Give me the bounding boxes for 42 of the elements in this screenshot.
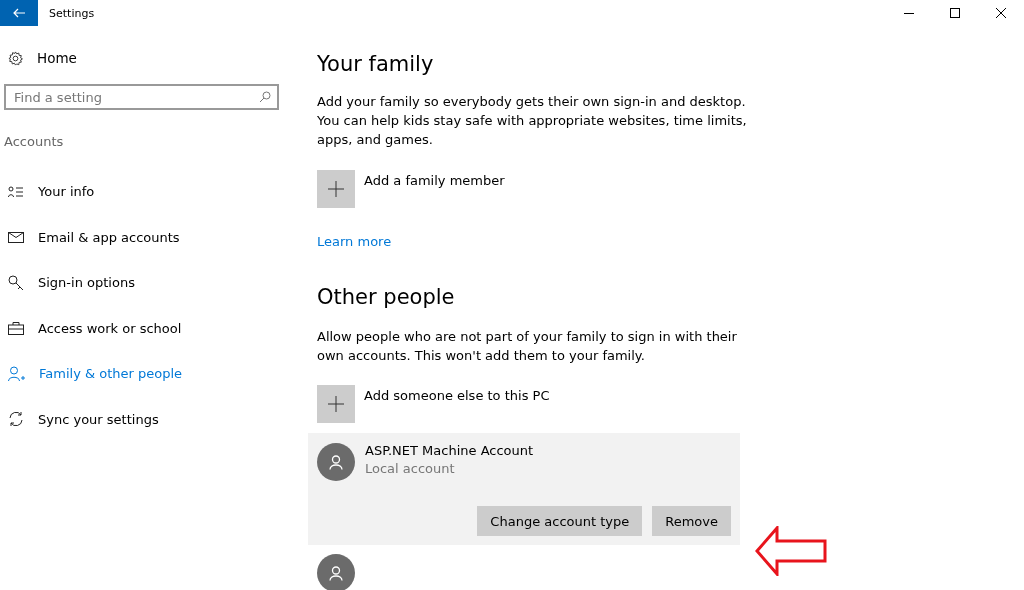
add-family-member-link[interactable]: Add a family member <box>364 173 505 188</box>
search-field[interactable]: Find a setting <box>4 84 279 110</box>
add-tile[interactable] <box>317 170 355 208</box>
nav-item[interactable]: Sync your settings <box>0 396 290 442</box>
home-link[interactable]: Home <box>37 50 77 66</box>
plus-icon <box>328 181 344 197</box>
nav-item[interactable]: Sign-in options <box>0 260 290 306</box>
sync-icon <box>8 411 24 428</box>
maximize-icon <box>950 8 960 18</box>
minimize-icon <box>904 12 914 14</box>
add-tile[interactable] <box>317 385 355 423</box>
contact-card-icon <box>8 185 24 198</box>
back-button[interactable] <box>0 0 38 26</box>
nav-item[interactable]: Access work or school <box>0 305 290 351</box>
nav-item[interactable]: Email & app accounts <box>0 214 290 260</box>
search-icon <box>259 91 271 103</box>
account-name: ASP.NET Machine Account <box>365 443 534 458</box>
close-icon <box>996 8 1006 18</box>
person-icon <box>329 565 343 581</box>
section-heading: Accounts <box>4 134 65 149</box>
section-heading: Your family <box>317 51 435 78</box>
briefcase-icon <box>8 321 24 335</box>
mail-icon <box>8 231 24 243</box>
nav-item[interactable]: Family & other people <box>0 351 290 397</box>
learn-more-link[interactable]: Learn more <box>317 234 747 249</box>
account-button[interactable]: Change account type <box>477 506 643 536</box>
section-heading: Other people <box>317 284 456 311</box>
account-type: Local account <box>365 461 456 476</box>
description-text: Allow people who are not part of your family to sign in with their own accounts. This won't add them to your family. <box>317 328 738 365</box>
person-add-icon <box>8 365 25 382</box>
window-title: Settings <box>49 6 96 20</box>
settings-icon <box>8 50 23 66</box>
account-card[interactable]: ASP.NET Machine Account Local account Change account type Remove <box>308 433 740 545</box>
description-text: Add your family so everybody gets their own sign-in and desktop. You can help kids stay safe with appropriate websites, time limits, apps, and games. <box>317 93 747 149</box>
nav-item[interactable]: Your info <box>0 169 290 215</box>
add-person-link[interactable]: Add someone else to this PC <box>364 388 550 403</box>
account-button[interactable]: Remove <box>652 506 731 536</box>
back-arrow-icon <box>13 8 25 18</box>
key-icon <box>8 274 24 291</box>
plus-icon <box>328 396 344 412</box>
person-icon <box>329 454 343 470</box>
annotation-arrow <box>755 526 827 576</box>
